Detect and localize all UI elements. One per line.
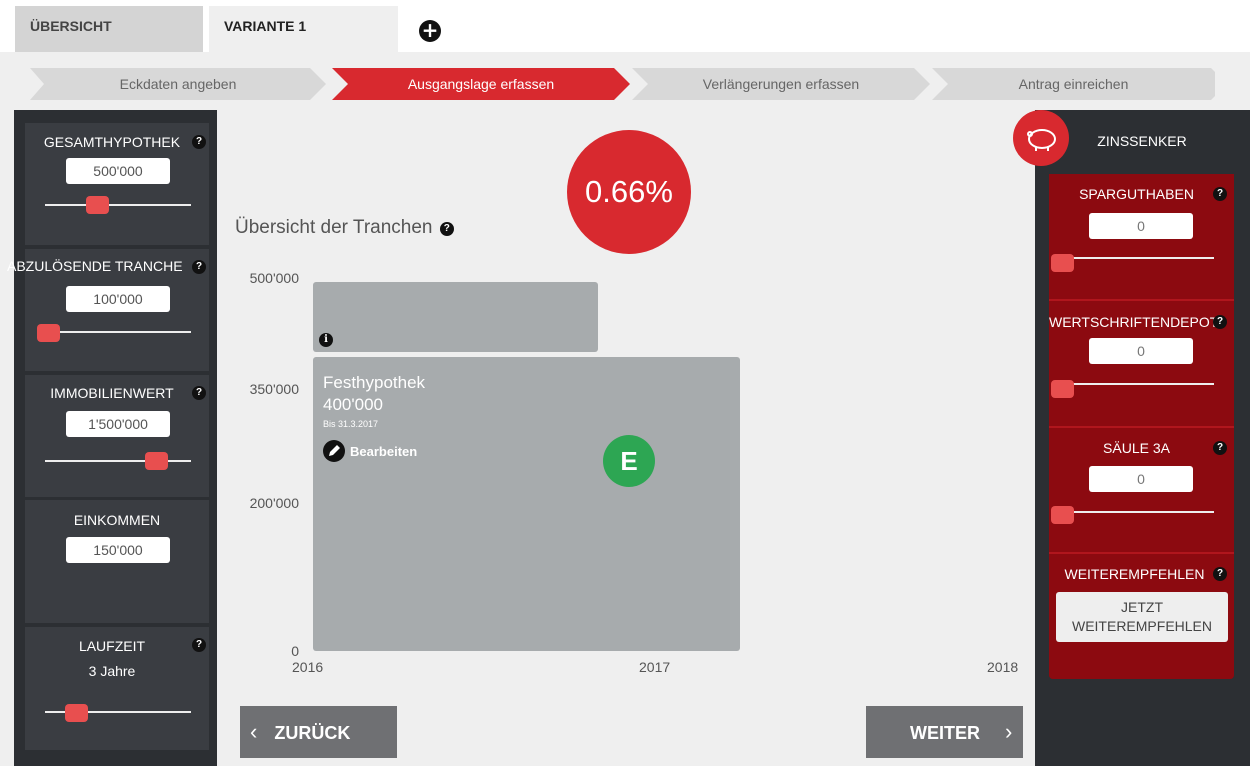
einkommen-input[interactable]: 150'000 [66,537,170,563]
y-tick-350000: 350'000 [249,381,299,397]
saeule-label: SÄULE 3A [1103,440,1170,456]
saeule-slider-track[interactable] [1061,511,1214,513]
help-icon[interactable]: ? [192,260,206,274]
sparguthaben-label: SPARGUTHABEN [1079,186,1194,202]
sparguthaben-box: SPARGUTHABEN ? 0 [1049,174,1234,301]
tab-bar: ÜBERSICHT VARIANTE 1 + [0,0,1250,52]
immobilienwert-label: IMMOBILIENWERT [50,385,174,401]
step-eckdaten[interactable]: Eckdaten angeben [30,68,326,100]
gesamthypothek-box: GESAMTHYPOTHEK ? 500'000 [25,123,209,245]
immobilienwert-slider-track[interactable] [45,460,191,462]
tranche-badge: E [603,435,655,487]
gesamthypothek-label: GESAMTHYPOTHEK [43,134,181,150]
next-label: WEITER [910,723,980,743]
abzuloesende-input[interactable]: 100'000 [66,286,170,312]
saeule-input[interactable]: 0 [1089,466,1193,492]
info-icon[interactable]: i [319,333,333,347]
wertschriften-label: WERTSCHRIFTENDEPOT [1049,314,1219,330]
wertschriften-slider-handle[interactable] [1051,380,1074,398]
help-icon[interactable]: ? [1213,567,1227,581]
x-tick-2016: 2016 [292,659,324,675]
tab-variante-1[interactable]: VARIANTE 1 [209,6,398,52]
sparguthaben-input[interactable]: 0 [1089,213,1193,239]
abzuloesende-label: ABZULÖSENDE TRANCHE [7,258,183,274]
immobilienwert-slider-handle[interactable] [145,452,169,470]
chevron-right-icon: › [1005,719,1013,744]
laufzeit-slider-handle[interactable] [64,704,88,722]
immobilienwert-input[interactable]: 1'500'000 [66,411,170,437]
recommend-button[interactable]: JETZT WEITEREMPFEHLEN [1056,592,1228,642]
help-icon[interactable]: ? [192,638,206,652]
einkommen-box: EINKOMMEN 150'000 [25,500,209,623]
step-label: Antrag einreichen [1018,76,1129,92]
help-icon[interactable]: ? [192,386,206,400]
laufzeit-box: LAUFZEIT ? 3 Jahre [25,627,209,750]
piggy-bank-icon [1013,110,1069,166]
chart-title-text: Übersicht der Tranchen [235,217,433,238]
step-ausgangslage[interactable]: Ausgangslage erfassen [332,68,630,100]
sparguthaben-slider-handle[interactable] [1051,254,1074,272]
chevron-left-icon: ‹ [250,719,258,744]
gesamthypothek-slider-handle[interactable] [85,196,109,214]
einkommen-label: EINKOMMEN [73,512,161,528]
laufzeit-value: 3 Jahre [88,663,136,679]
help-icon[interactable]: ? [439,222,454,236]
gesamthypothek-slider-track[interactable] [45,204,191,206]
step-label: Eckdaten angeben [119,76,237,92]
y-tick-0: 0 [291,643,299,659]
back-label: ZURÜCK [274,723,351,743]
wertschriften-input[interactable]: 0 [1089,338,1193,364]
add-tab-icon[interactable]: + [419,20,441,42]
step-verlaengerungen[interactable]: Verlängerungen erfassen [632,68,930,100]
help-icon[interactable]: ? [192,135,206,149]
pencil-icon[interactable] [323,440,345,462]
weiterempfehlen-label: WEITEREMPFEHLEN [1064,566,1205,582]
wertschriften-slider-track[interactable] [1061,383,1214,385]
sparguthaben-slider-track[interactable] [1061,257,1214,259]
tranche-until: Bis 31.3.2017 [323,419,379,429]
x-tick-2018: 2018 [987,659,1019,675]
wertschriften-box: WERTSCHRIFTENDEPOT ? 0 [1049,301,1234,428]
x-tick-2017: 2017 [639,659,671,675]
saeule-box: SÄULE 3A ? 0 [1049,428,1234,554]
help-icon[interactable]: ? [1213,187,1227,201]
tranche-bar-upper[interactable] [313,282,598,352]
wizard-steps: Eckdaten angeben Ausgangslage erfassen V… [30,68,1215,100]
step-label: Ausgangslage erfassen [407,76,555,92]
immobilienwert-box: IMMOBILIENWERT ? 1'500'000 [25,375,209,497]
help-icon[interactable]: ? [1213,315,1227,329]
tranche-name: Festhypothek [323,373,426,392]
back-button[interactable]: ‹ ZURÜCK [240,706,397,758]
next-button[interactable]: WEITER › [866,706,1023,758]
y-tick-500000: 500'000 [249,270,299,286]
laufzeit-label: LAUFZEIT [78,638,146,654]
weiterempfehlen-box: WEITEREMPFEHLEN ? JETZT WEITEREMPFEHLEN [1049,554,1234,679]
abzuloesende-slider-handle[interactable] [37,324,60,342]
tab-uebersicht[interactable]: ÜBERSICHT [15,6,203,52]
y-tick-200000: 200'000 [249,495,299,511]
help-icon[interactable]: ? [1213,441,1227,455]
step-label: Verlängerungen erfassen [702,76,860,92]
interest-rate-badge: 0.66% [567,130,691,254]
step-antrag[interactable]: Antrag einreichen [932,68,1215,100]
saeule-slider-handle[interactable] [1051,506,1074,524]
chart-title: Übersicht der Tranchen ? [235,217,454,239]
gesamthypothek-input[interactable]: 500'000 [66,158,170,184]
tranche-amount: 400'000 [323,395,383,414]
abzuloesende-slider-track[interactable] [45,331,191,333]
abzuloesende-box: ABZULÖSENDE TRANCHE ? 100'000 [7,249,209,371]
zinssenker-title: ZINSSENKER [1097,133,1187,149]
edit-link[interactable]: Bearbeiten [350,444,417,459]
